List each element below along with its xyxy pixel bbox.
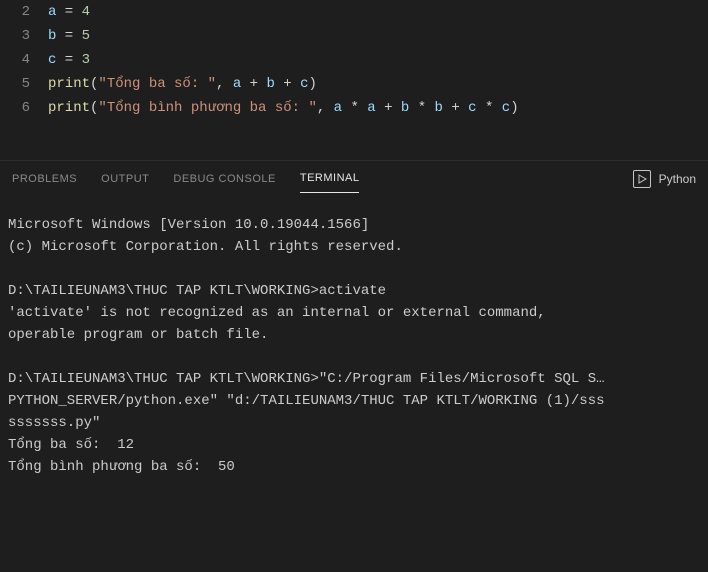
terminal-launch-label[interactable]: Python <box>659 172 696 186</box>
terminal-block: D:\TAILIEUNAM3\THUC TAP KTLT\WORKING>act… <box>8 280 700 346</box>
terminal-block: D:\TAILIEUNAM3\THUC TAP KTLT\WORKING>"C:… <box>8 368 700 478</box>
tab-debug-console[interactable]: DEBUG CONSOLE <box>173 165 275 193</box>
terminal-block: Microsoft Windows [Version 10.0.19044.15… <box>8 214 700 258</box>
bottom-panel: PROBLEMS OUTPUT DEBUG CONSOLE TERMINAL P… <box>0 160 708 486</box>
line-number: 2 <box>0 0 48 24</box>
line-number: 5 <box>0 72 48 96</box>
code-line[interactable]: 4c = 3 <box>0 48 708 72</box>
tab-terminal[interactable]: TERMINAL <box>300 164 360 193</box>
code-content[interactable]: b = 5 <box>48 24 90 48</box>
code-line[interactable]: 6print("Tổng bình phương ba số: ", a * a… <box>0 96 708 120</box>
code-content[interactable]: print("Tổng ba số: ", a + b + c) <box>48 72 317 96</box>
terminal-output[interactable]: Microsoft Windows [Version 10.0.19044.15… <box>0 196 708 486</box>
code-content[interactable]: print("Tổng bình phương ba số: ", a * a … <box>48 96 519 120</box>
code-content[interactable]: a = 4 <box>48 0 90 24</box>
code-line[interactable]: 5print("Tổng ba số: ", a + b + c) <box>0 72 708 96</box>
line-number: 3 <box>0 24 48 48</box>
panel-tabs: PROBLEMS OUTPUT DEBUG CONSOLE TERMINAL P… <box>0 161 708 196</box>
tab-output[interactable]: OUTPUT <box>101 165 149 193</box>
code-line[interactable]: 3b = 5 <box>0 24 708 48</box>
line-number: 6 <box>0 96 48 120</box>
tab-problems[interactable]: PROBLEMS <box>12 165 77 193</box>
run-icon[interactable] <box>633 170 651 188</box>
code-editor[interactable]: 2a = 43b = 54c = 35print("Tổng ba số: ",… <box>0 0 708 160</box>
code-line[interactable]: 2a = 4 <box>0 0 708 24</box>
code-content[interactable]: c = 3 <box>48 48 90 72</box>
line-number: 4 <box>0 48 48 72</box>
